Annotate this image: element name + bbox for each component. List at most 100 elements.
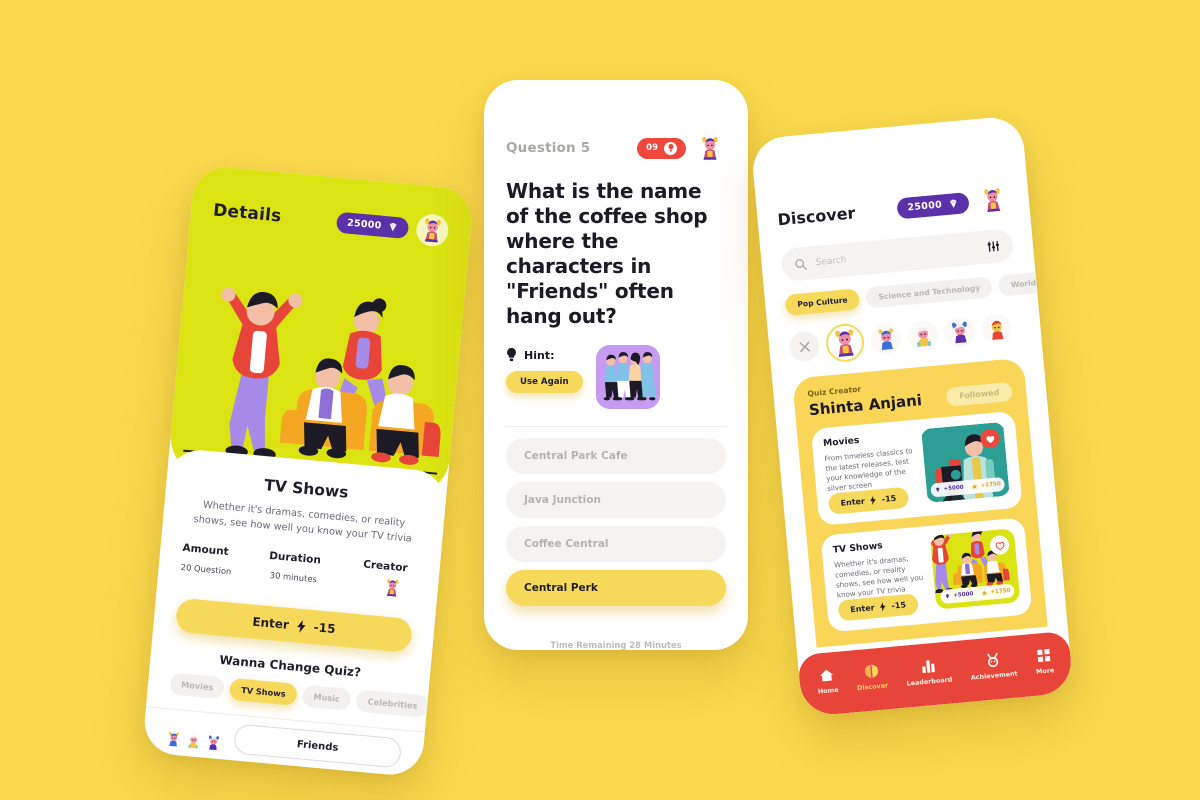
chip-tv-shows[interactable]: TV Shows xyxy=(229,677,298,706)
creator-avatar-1[interactable] xyxy=(869,322,903,356)
creator-avatar-0[interactable] xyxy=(824,322,866,364)
search-input[interactable]: Search xyxy=(780,228,1015,283)
nav-item-achievement[interactable]: Achievement xyxy=(969,650,1018,681)
use-again-button[interactable]: Use Again xyxy=(506,371,583,393)
phone-mockup-question: Question 5 09 What is the name of the co… xyxy=(484,80,748,650)
creator-avatar-3[interactable] xyxy=(943,316,976,349)
nav-label: More xyxy=(1035,665,1055,676)
stat-amount: Amount 20 Question xyxy=(179,542,258,589)
heart-icon xyxy=(995,541,1004,550)
heart-icon xyxy=(985,435,994,443)
gem-icon xyxy=(935,487,940,493)
creator-avatar-icon xyxy=(909,322,936,349)
divider xyxy=(506,426,726,427)
avatar[interactable] xyxy=(694,132,726,164)
gem-icon xyxy=(945,594,949,599)
avatar[interactable] xyxy=(975,182,1011,218)
star-icon xyxy=(971,483,978,490)
creator-avatar-icon xyxy=(983,315,1010,342)
gem-reward-value: +5000 xyxy=(952,591,974,599)
page-title: Discover xyxy=(776,202,857,229)
search-icon xyxy=(795,258,808,270)
quiz-card-tv-shows[interactable]: TV Shows Whether it's dramas, comedies, … xyxy=(820,517,1033,633)
friend-avatar-icon xyxy=(204,734,222,752)
nav-item-leaderboard[interactable]: Leaderboard xyxy=(905,656,953,687)
cameraman-illustration: +5000 +1750 xyxy=(920,422,1010,503)
stat-creator-label: Creator xyxy=(362,558,409,575)
quiz-creator-panel: Quiz Creator Shinta Anjani Followed Movi… xyxy=(792,357,1048,648)
header-actions: 25000 xyxy=(896,182,1011,224)
hint-section: Hint: Use Again xyxy=(506,345,726,409)
chip-science-and-technology[interactable]: Science and Technology xyxy=(865,276,994,309)
creator-avatar-strip xyxy=(787,308,1022,367)
quiz-card-body: TV Shows Whether it's dramas, comedies, … xyxy=(832,537,928,622)
enter-button-label: Enter xyxy=(840,496,866,508)
coin-balance-pill[interactable]: 25000 xyxy=(336,211,410,239)
answer-option-4[interactable]: Central Perk xyxy=(506,570,726,606)
question-timer-pill: 09 xyxy=(637,137,686,159)
close-icon[interactable] xyxy=(787,330,821,363)
phone-mockup-details: Details 25000 TV Shows Whether it's dram… xyxy=(141,164,475,778)
star-reward-value: +1750 xyxy=(990,587,1011,596)
answer-option-1[interactable]: Central Park Cafe xyxy=(506,438,726,474)
bolt-icon xyxy=(295,619,307,633)
nav-label: Discover xyxy=(856,680,889,692)
avatar[interactable] xyxy=(414,212,450,248)
star-icon xyxy=(981,590,988,596)
star-reward-value: +1750 xyxy=(980,481,1002,490)
stat-creator: Creator xyxy=(329,556,418,604)
nav-label: Home xyxy=(817,685,839,696)
creator-avatar-icon[interactable] xyxy=(382,577,403,598)
chip-celebrities[interactable]: Celebrities xyxy=(355,689,430,718)
creator-avatar-icon xyxy=(829,326,862,359)
nav-item-more[interactable]: More xyxy=(1034,647,1055,676)
star-reward: +1750 xyxy=(981,588,1011,597)
friend-avatar-icon xyxy=(184,732,202,750)
nav-item-discover[interactable]: Discover xyxy=(855,662,888,692)
page-title: Details xyxy=(212,200,283,227)
friend-avatars[interactable] xyxy=(164,730,222,752)
creator-avatar-4[interactable] xyxy=(980,312,1013,346)
follow-button[interactable]: Followed xyxy=(945,381,1014,407)
gem-icon xyxy=(947,197,959,209)
gem-reward-value: +5000 xyxy=(943,484,964,493)
friends-button[interactable]: Friends xyxy=(233,723,403,769)
gem-reward: +5000 xyxy=(934,485,964,494)
question-timer-value: 09 xyxy=(646,143,658,153)
chip-world-history[interactable]: World History xyxy=(998,268,1074,297)
enter-quiz-button[interactable]: Enter -15 xyxy=(174,597,414,653)
quiz-card-body: Movies From timeless classics to the lat… xyxy=(823,430,919,515)
question-text: What is the name of the coffee shop wher… xyxy=(506,179,708,328)
stat-duration: Duration 30 minutes xyxy=(254,549,333,596)
gem-reward: +5000 xyxy=(944,591,974,600)
medal-icon xyxy=(986,652,999,667)
nav-label: Leaderboard xyxy=(906,674,953,688)
chip-music[interactable]: Music xyxy=(301,684,352,711)
header-actions: 25000 xyxy=(336,206,450,248)
filter-sliders-icon[interactable] xyxy=(986,239,1000,253)
user-avatar-icon xyxy=(418,216,446,244)
answer-options: Central Park Cafe Java Junction Coffee C… xyxy=(506,438,726,606)
search-placeholder: Search xyxy=(815,254,847,268)
home-icon xyxy=(820,669,834,681)
chip-movies[interactable]: Movies xyxy=(169,672,226,700)
user-avatar-icon xyxy=(979,186,1007,214)
enter-button-cost: -15 xyxy=(891,600,907,611)
creator-avatar-icon xyxy=(872,325,899,352)
lightbulb-icon xyxy=(506,348,517,362)
answer-option-3[interactable]: Coffee Central xyxy=(506,526,726,562)
quiz-card-description: From timeless classics to the latest rel… xyxy=(824,446,913,493)
creator-avatar-2[interactable] xyxy=(906,319,940,352)
question-header: Question 5 09 xyxy=(506,132,726,164)
compass-icon xyxy=(864,664,878,678)
quiz-card-movies[interactable]: Movies From timeless classics to the lat… xyxy=(810,410,1023,526)
coin-balance-pill[interactable]: 25000 xyxy=(896,191,970,219)
answer-option-2[interactable]: Java Junction xyxy=(506,482,726,518)
nav-item-home[interactable]: Home xyxy=(816,666,839,695)
user-avatar-icon xyxy=(697,135,723,161)
hint-label: Hint: xyxy=(524,348,555,362)
chip-pop-culture[interactable]: Pop Culture xyxy=(784,288,861,316)
nav-label: Achievement xyxy=(970,669,1018,682)
bar-chart-icon xyxy=(921,659,935,673)
question-number: Question 5 xyxy=(506,140,591,156)
